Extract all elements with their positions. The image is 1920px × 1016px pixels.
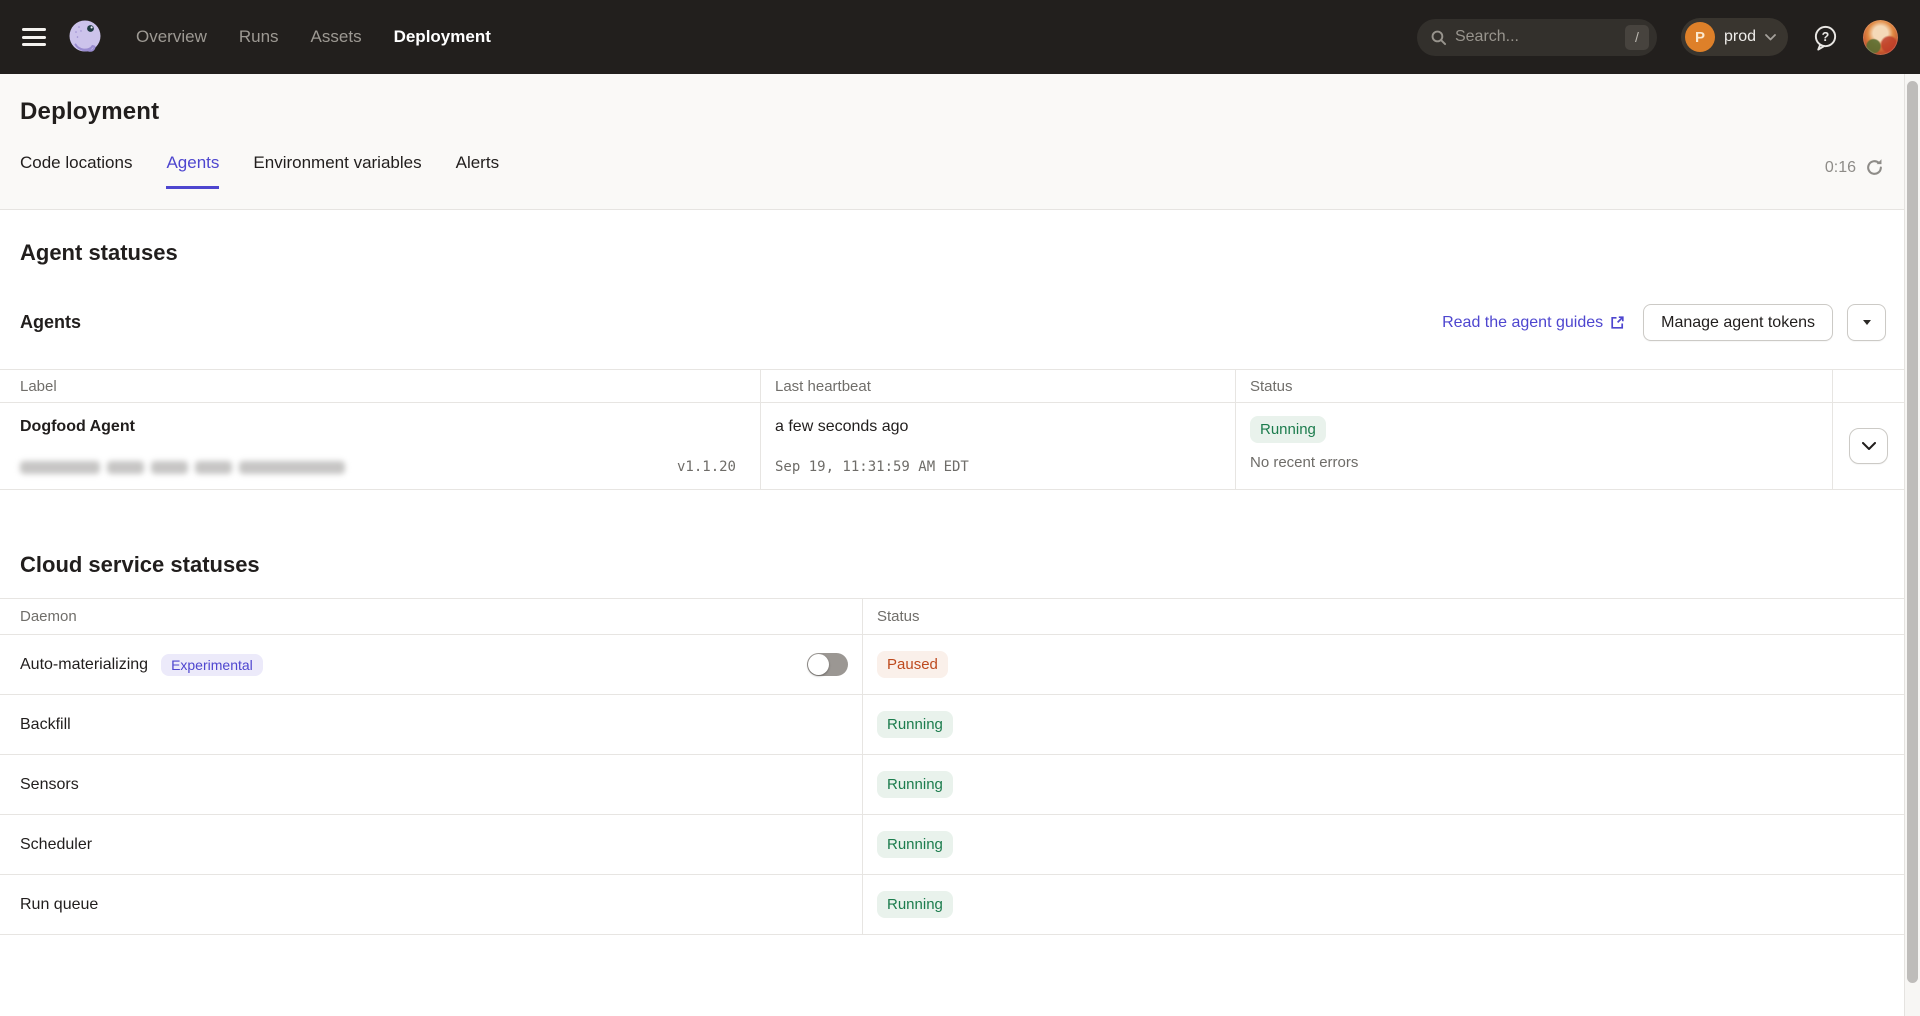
tab-code-locations[interactable]: Code locations: [20, 153, 132, 189]
cloud-row-run-queue: Run queue Running: [0, 875, 1904, 935]
daemon-cell: Auto-materializing Experimental: [0, 635, 862, 694]
external-link-icon: [1610, 315, 1625, 330]
agent-expand-button[interactable]: [1849, 428, 1888, 464]
refresh-area: 0:16: [1825, 158, 1900, 189]
refresh-countdown: 0:16: [1825, 159, 1856, 177]
chevron-down-icon: [1765, 34, 1776, 41]
cloud-row-sensors: Sensors Running: [0, 755, 1904, 815]
column-header-daemon: Daemon: [0, 608, 862, 625]
agent-errors-note: No recent errors: [1250, 454, 1358, 471]
daemon-cell: Scheduler: [0, 815, 862, 874]
daemon-status-cell: Running: [862, 875, 1904, 934]
agents-subheading: Agents: [20, 312, 81, 333]
org-name: prod: [1724, 28, 1756, 46]
page-title: Deployment: [20, 98, 1900, 126]
column-header-actions: [1832, 370, 1904, 402]
agents-subheader-row: Agents Read the agent guides Manage agen…: [20, 304, 1886, 341]
agent-name: Dogfood Agent: [20, 418, 736, 436]
cloud-service-statuses-heading: Cloud service statuses: [20, 552, 1884, 578]
tab-alerts[interactable]: Alerts: [456, 153, 499, 189]
agent-id-redacted: [20, 461, 345, 474]
main-content: Agent statuses Agents Read the agent gui…: [0, 240, 1904, 935]
daemon-name: Backfill: [20, 716, 71, 734]
status-badge: Running: [877, 831, 953, 858]
agent-table-row: Dogfood Agent v1.1.20 a few seconds ago …: [0, 403, 1904, 490]
agents-table-header: Label Last heartbeat Status: [0, 370, 1904, 403]
hamburger-menu-icon[interactable]: [22, 28, 46, 46]
agents-table: Label Last heartbeat Status Dogfood Agen…: [0, 369, 1904, 490]
user-avatar[interactable]: [1863, 20, 1898, 55]
column-header-status: Status: [862, 599, 1904, 634]
search-icon: [1430, 29, 1447, 46]
help-button[interactable]: ?: [1812, 24, 1839, 51]
page-header: Deployment Code locations Agents Environ…: [0, 74, 1920, 210]
agent-version: v1.1.20: [677, 459, 736, 475]
nav-right-group: / P prod ?: [1417, 18, 1898, 56]
daemon-name: Auto-materializing: [20, 656, 148, 674]
agent-status-badge: Running: [1250, 416, 1326, 443]
heartbeat-timestamp: Sep 19, 11:31:59 AM EDT: [775, 459, 1221, 475]
column-header-status: Status: [1235, 370, 1832, 402]
agent-guides-link[interactable]: Read the agent guides: [1442, 314, 1625, 332]
heartbeat-relative-time: a few seconds ago: [775, 418, 1221, 436]
agents-actions: Read the agent guides Manage agent token…: [1442, 304, 1886, 341]
daemon-name: Sensors: [20, 776, 79, 794]
tab-bar: Code locations Agents Environment variab…: [20, 153, 1900, 189]
agent-actions-dropdown-button[interactable]: [1847, 304, 1886, 341]
column-header-label: Label: [0, 378, 760, 395]
daemon-status-cell: Running: [862, 755, 1904, 814]
manage-agent-tokens-button[interactable]: Manage agent tokens: [1643, 304, 1833, 341]
refresh-icon[interactable]: [1865, 158, 1884, 177]
agent-heartbeat-cell: a few seconds ago Sep 19, 11:31:59 AM ED…: [760, 403, 1235, 489]
chevron-down-icon: [1862, 442, 1876, 450]
tab-environment-variables[interactable]: Environment variables: [253, 153, 421, 189]
nav-link-assets[interactable]: Assets: [311, 27, 362, 47]
daemon-cell: Sensors: [0, 755, 862, 814]
agent-statuses-heading: Agent statuses: [20, 240, 1884, 266]
search-shortcut-key: /: [1625, 25, 1649, 50]
daemon-name: Run queue: [20, 896, 98, 914]
primary-nav-links: Overview Runs Assets Deployment: [136, 27, 491, 47]
daemon-name: Scheduler: [20, 836, 92, 854]
status-badge: Running: [877, 771, 953, 798]
status-badge: Paused: [877, 651, 948, 678]
scrollbar-thumb[interactable]: [1907, 81, 1918, 983]
org-avatar: P: [1685, 22, 1715, 52]
nav-link-deployment[interactable]: Deployment: [394, 27, 491, 47]
agent-actions-cell: [1832, 403, 1904, 489]
search-input[interactable]: [1455, 28, 1625, 46]
agent-status-cell: Running No recent errors: [1235, 403, 1832, 489]
dagster-octopus-logo[interactable]: [66, 18, 104, 56]
svg-text:?: ?: [1822, 29, 1830, 43]
cloud-row-scheduler: Scheduler Running: [0, 815, 1904, 875]
top-nav: Overview Runs Assets Deployment / P prod: [0, 0, 1920, 74]
tab-agents[interactable]: Agents: [166, 153, 219, 189]
experimental-badge: Experimental: [161, 654, 263, 676]
daemon-cell: Run queue: [0, 875, 862, 934]
caret-down-icon: [1863, 320, 1871, 325]
auto-materializing-toggle[interactable]: [807, 653, 848, 676]
daemon-status-cell: Running: [862, 815, 1904, 874]
daemon-status-cell: Running: [862, 695, 1904, 754]
agent-guides-link-label: Read the agent guides: [1442, 314, 1603, 332]
nav-link-overview[interactable]: Overview: [136, 27, 207, 47]
vertical-scrollbar: [1904, 74, 1920, 1016]
help-question-icon: ?: [1812, 24, 1839, 51]
nav-link-runs[interactable]: Runs: [239, 27, 279, 47]
cloud-row-backfill: Backfill Running: [0, 695, 1904, 755]
cloud-row-auto-materializing: Auto-materializing Experimental Paused: [0, 635, 1904, 695]
agent-label-cell: Dogfood Agent v1.1.20: [0, 403, 760, 489]
toggle-knob: [808, 654, 829, 675]
cloud-table-header: Daemon Status: [0, 599, 1904, 635]
daemon-status-cell: Paused: [862, 635, 1904, 694]
search-box[interactable]: /: [1417, 19, 1657, 56]
daemon-cell: Backfill: [0, 695, 862, 754]
column-header-last-heartbeat: Last heartbeat: [760, 370, 1235, 402]
status-badge: Running: [877, 891, 953, 918]
org-switcher[interactable]: P prod: [1681, 18, 1788, 56]
cloud-services-table: Daemon Status Auto-materializing Experim…: [0, 598, 1904, 935]
status-badge: Running: [877, 711, 953, 738]
